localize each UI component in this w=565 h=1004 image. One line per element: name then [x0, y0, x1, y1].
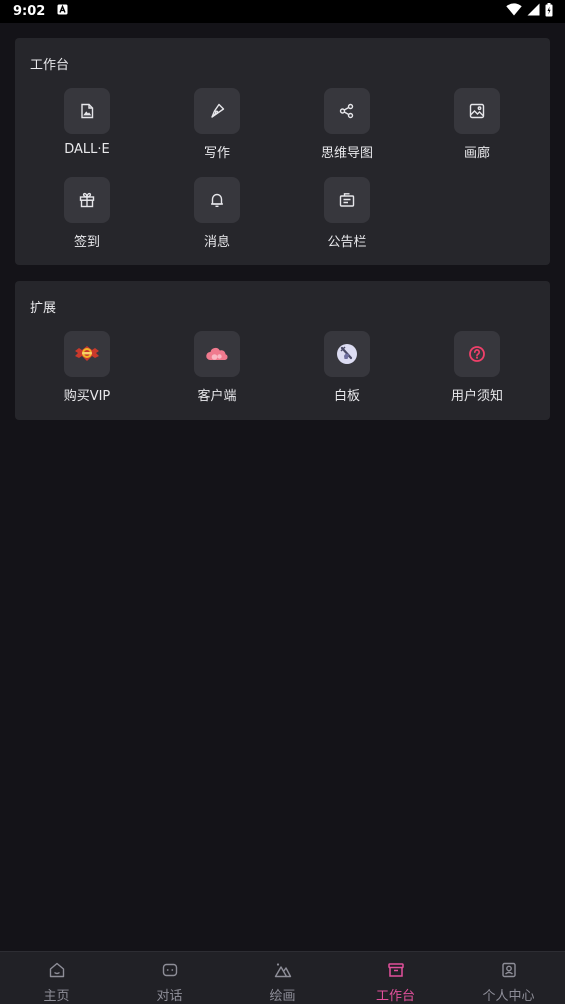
tile-label: 消息 [203, 235, 230, 250]
extensions-panel: 扩展 购买VIP 客户端 白板 用户须知 [15, 281, 550, 420]
tile-user-notice[interactable]: 用户须知 [412, 331, 542, 404]
bottom-tab-bar: 主页 对话 绘画 工作台 个人中心 [0, 951, 565, 1004]
bell-icon [194, 177, 240, 223]
mindmap-icon [324, 88, 370, 134]
home-icon [48, 961, 66, 983]
bulletin-icon [324, 177, 370, 223]
chat-icon [161, 961, 179, 983]
tab-label: 对话 [156, 989, 183, 1004]
tab-drawing[interactable]: 绘画 [226, 952, 339, 1004]
tab-chat[interactable]: 对话 [113, 952, 226, 1004]
tile-writing[interactable]: 写作 [152, 88, 282, 161]
tile-label: 思维导图 [320, 146, 373, 161]
tile-dalle[interactable]: DALL·E [22, 88, 152, 157]
extensions-title: 扩展 [30, 301, 57, 316]
tile-mindmap[interactable]: 思维导图 [282, 88, 412, 161]
workbench-panel: 工作台 DALL·E 写作 思维导图 画廊 签到 消息 公告栏 [15, 38, 550, 265]
tile-label: 签到 [73, 235, 100, 250]
gift-icon [64, 177, 110, 223]
tab-home[interactable]: 主页 [0, 952, 113, 1004]
image-icon [64, 88, 110, 134]
tile-client[interactable]: 客户端 [152, 331, 282, 404]
wifi-icon [506, 3, 522, 20]
tab-label: 工作台 [375, 989, 415, 1004]
tile-label: 客户端 [197, 389, 237, 404]
tab-label: 主页 [43, 989, 70, 1004]
gallery-icon [454, 88, 500, 134]
tile-label: 白板 [333, 389, 360, 404]
tile-gallery[interactable]: 画廊 [412, 88, 542, 161]
status-time: 9:02 [13, 4, 46, 19]
tile-bulletin[interactable]: 公告栏 [282, 177, 412, 250]
tile-label: DALL·E [64, 142, 110, 157]
tile-label: 公告栏 [327, 235, 367, 250]
tile-label: 用户须知 [450, 389, 503, 404]
tile-messages[interactable]: 消息 [152, 177, 282, 250]
status-bar: 9:02 [0, 0, 565, 23]
tile-label: 画廊 [463, 146, 490, 161]
notification-icon [57, 4, 68, 19]
tile-label: 写作 [203, 146, 230, 161]
tile-checkin[interactable]: 签到 [22, 177, 152, 250]
profile-icon [500, 961, 518, 983]
workbench-title: 工作台 [30, 58, 70, 73]
tab-label: 绘画 [269, 989, 296, 1004]
tile-buy-vip[interactable]: 购买VIP [22, 331, 152, 404]
tab-profile[interactable]: 个人中心 [452, 952, 565, 1004]
battery-icon [545, 2, 553, 21]
archive-icon [387, 961, 405, 983]
tab-label: 个人中心 [482, 989, 535, 1004]
question-icon [454, 331, 500, 377]
cell-signal-icon [527, 3, 540, 20]
tile-label: 购买VIP [63, 389, 111, 404]
mountain-icon [274, 961, 292, 983]
vip-badge-icon [64, 331, 110, 377]
cloud-icon [194, 331, 240, 377]
whiteboard-icon [324, 331, 370, 377]
tab-workbench[interactable]: 工作台 [339, 952, 452, 1004]
tile-whiteboard[interactable]: 白板 [282, 331, 412, 404]
pen-icon [194, 88, 240, 134]
